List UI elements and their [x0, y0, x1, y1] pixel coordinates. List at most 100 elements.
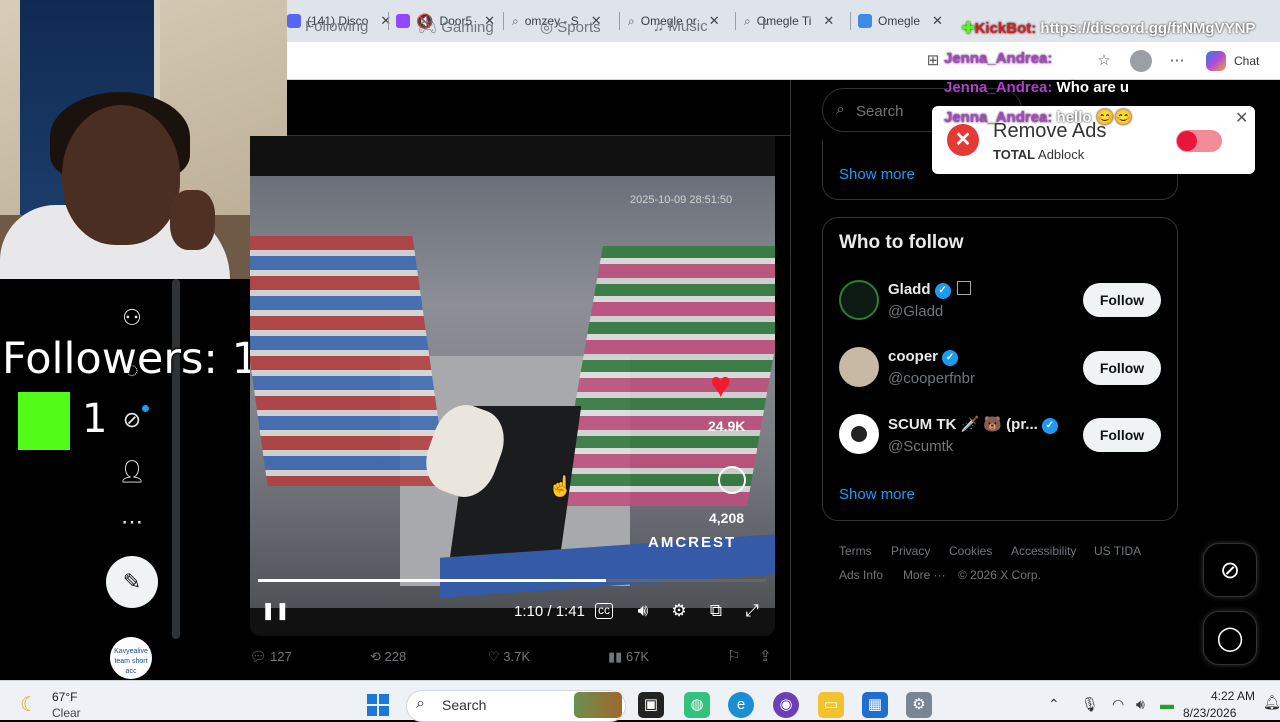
- fullscreen-icon[interactable]: ⤢: [741, 600, 763, 622]
- weather-temperature[interactable]: 67°F: [52, 690, 77, 704]
- windows-start-icon[interactable]: [367, 694, 389, 716]
- close-icon[interactable]: ✕: [380, 13, 391, 29]
- account-handle: @Gladd: [888, 303, 944, 320]
- tab-music[interactable]: ♫ Music: [653, 18, 708, 35]
- repost-button[interactable]: ⟲ 228: [370, 649, 406, 665]
- footer-link-more[interactable]: More ···: [903, 568, 946, 582]
- grok-float-button[interactable]: ⊘: [1203, 543, 1257, 597]
- chat-button-label[interactable]: Chat: [1234, 54, 1259, 68]
- follow-button[interactable]: Follow: [1083, 351, 1161, 385]
- tab-following[interactable]: Following: [305, 18, 368, 35]
- footer-link-terms[interactable]: Terms: [839, 544, 872, 558]
- search-highlight-icon[interactable]: [574, 692, 622, 718]
- avatar[interactable]: Kavyealive team short acc: [110, 637, 152, 679]
- video-player[interactable]: 2025-10-09 28:51:50 ♥ 24.9K 4,208 AMCRES…: [250, 136, 775, 636]
- battery-icon[interactable]: ▬: [1160, 696, 1174, 712]
- like-button[interactable]: ♡ 3.7K: [488, 649, 530, 665]
- footer-link-ustida[interactable]: US TIDA: [1094, 544, 1141, 558]
- browser-tab[interactable]: Omegle ✕: [858, 8, 943, 34]
- account-handle: @Scumtk: [888, 438, 954, 455]
- avatar[interactable]: [839, 280, 879, 320]
- extensions-icon[interactable]: ⊞: [924, 52, 942, 70]
- microphone-icon[interactable]: 🎙︎: [1081, 696, 1099, 713]
- account-name[interactable]: SCUM TK 🗡️ 🐻 (pr... ✓: [888, 415, 1058, 434]
- compose-post-button[interactable]: ✎: [106, 556, 158, 608]
- moon-weather-icon[interactable]: ☾: [20, 692, 38, 717]
- tab-divider: [503, 12, 504, 30]
- settings-gear-icon[interactable]: ⚙: [906, 692, 932, 718]
- avatar[interactable]: [839, 347, 879, 387]
- account-name[interactable]: Gladd ✓: [888, 281, 971, 299]
- notifications-icon[interactable]: 🔔︎: [1263, 694, 1280, 711]
- favorites-icon[interactable]: ☆: [1095, 52, 1113, 70]
- profile-avatar[interactable]: [1130, 50, 1152, 72]
- chevron-up-icon[interactable]: ⌃: [1048, 696, 1060, 713]
- search-placeholder: Search: [856, 103, 904, 120]
- volume-icon[interactable]: 🔊︎: [1136, 696, 1145, 713]
- close-icon[interactable]: ✕: [709, 13, 720, 29]
- obs-icon[interactable]: ◉: [773, 692, 799, 718]
- edge-browser-icon[interactable]: e: [728, 692, 754, 718]
- sidebar-scrollbar[interactable]: [172, 279, 180, 639]
- follow-button[interactable]: Follow: [1083, 418, 1161, 452]
- verified-badge-icon: ✓: [934, 283, 951, 299]
- webcam-feed: [0, 0, 287, 279]
- task-view-icon[interactable]: ▣: [638, 692, 664, 718]
- clock-date[interactable]: 8/23/2026: [1183, 706, 1236, 720]
- views-button[interactable]: ▮▮ 67K: [608, 649, 649, 665]
- tab-sports[interactable]: ◎ Sports: [540, 18, 601, 36]
- video-progress-bar[interactable]: [258, 579, 766, 582]
- feed-divider: [790, 80, 791, 680]
- footer-link-accessibility[interactable]: Accessibility: [1011, 544, 1076, 558]
- video-watermark: AMCREST: [648, 534, 737, 551]
- tab-label: Gaming: [441, 19, 494, 36]
- pause-icon[interactable]: ❚❚: [261, 600, 290, 622]
- copilot-icon[interactable]: [1206, 51, 1226, 71]
- comment-icon[interactable]: [718, 466, 746, 494]
- video-like-count: 24.9K: [708, 418, 746, 434]
- footer-link-privacy[interactable]: Privacy: [891, 544, 930, 558]
- heart-outline-icon: ♡: [488, 649, 500, 664]
- chat-username: Jenna_Andrea:: [944, 109, 1053, 126]
- close-icon[interactable]: ✕: [932, 13, 943, 29]
- settings-gear-icon[interactable]: ⚙: [668, 600, 690, 622]
- add-topic-button[interactable]: +: [758, 14, 770, 37]
- video-progress-fill: [258, 579, 606, 582]
- kickbot-message: ✚KickBot: https://discord.gg/frNMgVYNP: [962, 19, 1255, 37]
- footer-link-adsinfo[interactable]: Ads Info: [839, 568, 883, 582]
- show-more-link[interactable]: Show more: [839, 166, 915, 183]
- store-shelf-right: [557, 246, 775, 506]
- chat-username: Jenna_Andrea:: [944, 50, 1053, 67]
- follow-add-icon[interactable]: ⚇: [118, 304, 146, 332]
- show-more-link[interactable]: Show more: [839, 486, 915, 503]
- store-icon[interactable]: ▦: [862, 692, 888, 718]
- file-explorer-icon[interactable]: ▭: [818, 692, 844, 718]
- heart-icon[interactable]: ♥: [710, 364, 731, 406]
- reply-button[interactable]: 💬︎ 127: [250, 649, 292, 665]
- more-icon[interactable]: ⋯: [118, 508, 146, 536]
- captions-icon[interactable]: cc: [595, 603, 613, 619]
- close-icon[interactable]: ✕: [823, 13, 834, 29]
- adblock-brand: TOTAL Adblock: [993, 147, 1084, 162]
- messages-float-button[interactable]: ◯: [1203, 611, 1257, 665]
- pip-icon[interactable]: ⧉: [705, 600, 727, 622]
- share-icon[interactable]: ⇪: [759, 647, 772, 665]
- weather-description[interactable]: Clear: [52, 706, 81, 720]
- wifi-icon[interactable]: ◠: [1112, 696, 1124, 713]
- taskbar-search-label: Search: [442, 697, 487, 713]
- tab-gaming[interactable]: 🎮︎ Gaming: [418, 18, 494, 36]
- menu-dots-icon[interactable]: ⋯: [1168, 52, 1186, 70]
- reply-count: 127: [270, 649, 292, 664]
- avatar[interactable]: [839, 414, 879, 454]
- profile-icon[interactable]: 👤︎: [118, 458, 146, 486]
- notification-dot: [142, 405, 149, 412]
- tab-divider: [619, 12, 620, 30]
- bookmark-icon[interactable]: ⚐: [727, 647, 740, 665]
- volume-icon[interactable]: 🔊︎: [632, 600, 654, 622]
- account-name[interactable]: cooper ✓: [888, 348, 959, 366]
- android-app-icon[interactable]: ◍: [684, 692, 710, 718]
- clock-time[interactable]: 4:22 AM: [1209, 689, 1255, 703]
- close-icon[interactable]: ✕: [1235, 108, 1248, 128]
- follow-button[interactable]: Follow: [1083, 283, 1161, 317]
- footer-link-cookies[interactable]: Cookies: [949, 544, 992, 558]
